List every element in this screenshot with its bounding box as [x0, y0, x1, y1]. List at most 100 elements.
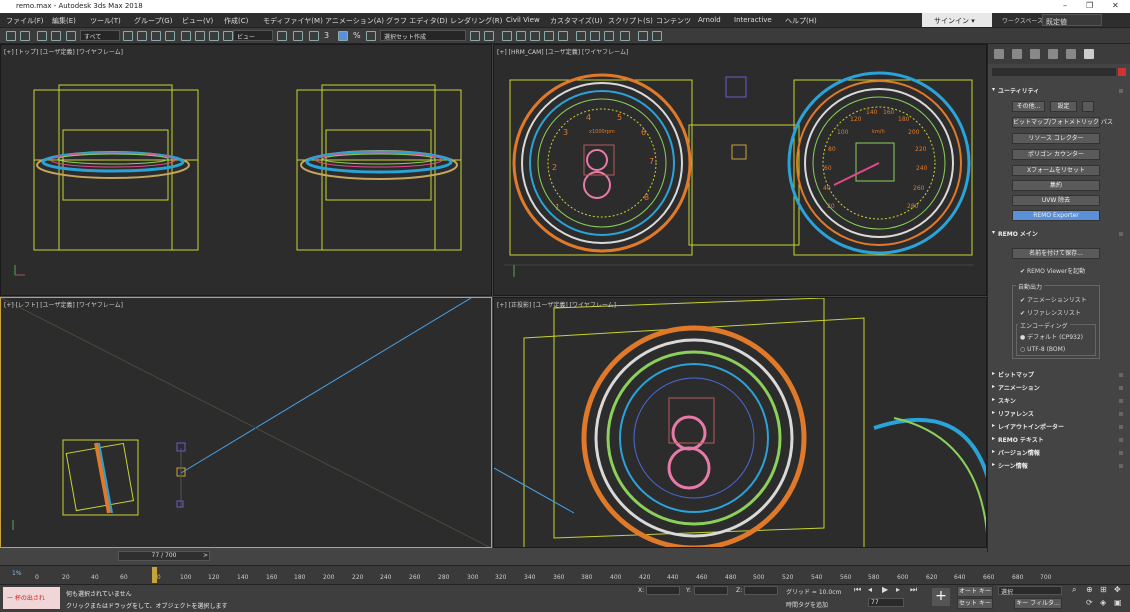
workspace-select[interactable]: 既定値 [1042, 14, 1102, 26]
spinner-snap-icon[interactable] [366, 31, 376, 41]
start-viewer-checkbox[interactable]: ✔ REMO Viewerを起動 [1020, 266, 1085, 275]
percent-snap-label[interactable]: % [353, 31, 361, 40]
menu-view[interactable]: ビュー(V) [182, 16, 213, 26]
mirror-icon[interactable] [470, 31, 480, 41]
angle-snap-icon[interactable] [338, 31, 348, 41]
encoding-default-radio[interactable]: ● デフォルト (CP932) [1020, 332, 1083, 341]
close-icon[interactable]: ✕ [1112, 1, 1119, 10]
viewport-top[interactable]: [+] [トップ] [ユーザ定義] [ワイヤフレーム] [0, 44, 492, 296]
time-slider[interactable]: 77 / 700 [118, 551, 210, 561]
uvw-remove-button[interactable]: UVW 除去 [1012, 195, 1100, 206]
modify-tab-icon[interactable] [1012, 49, 1022, 59]
unlink-icon[interactable] [51, 31, 61, 41]
select-object-icon[interactable] [123, 31, 133, 41]
viewport-label-left[interactable]: [+] [レフト] [ユーザ定義] [ワイヤフレーム] [4, 300, 123, 309]
align-icon[interactable] [484, 31, 494, 41]
snap-toggle-label[interactable]: 3 [324, 31, 329, 40]
panel-name-field[interactable] [992, 68, 1116, 76]
maxscript-listener[interactable]: 一 杯の出され [3, 587, 60, 609]
curve-editor-icon[interactable] [544, 31, 554, 41]
minimize-icon[interactable]: – [1063, 1, 1067, 10]
menu-tools[interactable]: ツール(T) [90, 16, 121, 26]
zoom-icon[interactable]: ⌕ [1072, 585, 1081, 594]
named-selection-set[interactable]: 選択セット作成 [380, 30, 466, 41]
bind-spacewarp-icon[interactable] [66, 31, 76, 41]
display-tab-icon[interactable] [1066, 49, 1076, 59]
more-button[interactable]: その他... [1012, 101, 1045, 112]
menu-interactive[interactable]: Interactive [734, 16, 772, 24]
render-cloud-icon[interactable] [638, 31, 648, 41]
restore-icon[interactable]: ❐ [1086, 1, 1093, 10]
previous-frame-icon[interactable]: ◂ [868, 585, 877, 594]
collapse-button[interactable]: 集約 [1012, 180, 1100, 191]
motion-tab-icon[interactable] [1048, 49, 1058, 59]
panel-color-swatch[interactable] [1118, 68, 1126, 76]
link-icon[interactable] [37, 31, 47, 41]
configure-sets-icon[interactable] [1082, 101, 1094, 112]
ribbon-icon[interactable] [530, 31, 540, 41]
rollout-bitmap[interactable]: ▸ ビットマップ [992, 370, 1123, 381]
menu-content[interactable]: コンテンツ [656, 16, 691, 26]
menu-help[interactable]: ヘルプ(H) [785, 16, 817, 26]
scale-icon[interactable] [209, 31, 219, 41]
rollout-version-info[interactable]: ▸ バージョン情報 [992, 448, 1123, 459]
set-key-button[interactable]: セット キー [957, 598, 993, 609]
rollout-animation[interactable]: ▸ アニメーション [992, 383, 1123, 394]
utilities-tab-icon[interactable] [1084, 49, 1094, 59]
select-by-name-icon[interactable] [137, 31, 147, 41]
viewport-camera[interactable]: [+] [HRM_CAM] [ユーザ定義] [ワイヤフレーム] x1000rpm… [493, 44, 987, 296]
remo-exporter-button[interactable]: REMO Exporter [1012, 210, 1100, 221]
key-filters-button[interactable]: キー フィルタ... [1014, 598, 1062, 609]
pan-icon[interactable]: ✥ [1114, 585, 1123, 594]
rollout-layout-importer[interactable]: ▸ レイアウトインポーター [992, 422, 1123, 433]
menu-create[interactable]: 作成(C) [224, 16, 248, 26]
menu-file[interactable]: ファイル(F) [6, 16, 44, 26]
zoom-all-icon[interactable]: ⊕ [1086, 585, 1095, 594]
time-next-icon[interactable]: > [203, 552, 208, 559]
viewport-orthographic[interactable]: [+] [正投影] [ユーザ定義] [ワイヤフレーム] [493, 297, 987, 548]
polygon-counter-button[interactable]: ポリゴン カウンター [1012, 149, 1100, 160]
render-icon[interactable] [620, 31, 630, 41]
save-as-button[interactable]: 名前を付けて保存... [1012, 248, 1100, 259]
reset-xform-button[interactable]: Xフォームをリセット [1012, 165, 1100, 176]
keyboard-shortcut-icon[interactable] [309, 31, 319, 41]
auto-key-button[interactable]: オート キー [957, 586, 993, 597]
add-time-tag-label[interactable]: 時間タグを追加 [786, 600, 828, 609]
track-bar[interactable]: 1% 0 20 40 60 80 100 120 140 160 180 200… [0, 565, 1130, 584]
current-frame-field[interactable]: 77 [868, 598, 904, 607]
place-icon[interactable] [223, 31, 233, 41]
menu-scripting[interactable]: スクリプト(S) [608, 16, 653, 26]
maximize-viewport-icon[interactable]: ▣ [1114, 598, 1123, 607]
rollout-reference[interactable]: ▸ リファレンス [992, 409, 1123, 420]
menu-group[interactable]: グループ(G) [134, 16, 172, 26]
redo-icon[interactable] [20, 31, 30, 41]
render-setup-icon[interactable] [590, 31, 600, 41]
rollout-skin[interactable]: ▸ スキン [992, 396, 1123, 407]
y-coord-field[interactable] [694, 586, 728, 595]
move-icon[interactable] [181, 31, 191, 41]
go-to-end-icon[interactable]: ⏭ [910, 585, 919, 594]
scene-explorer-icon[interactable] [516, 31, 526, 41]
time-cursor[interactable] [152, 567, 157, 583]
region-select-icon[interactable] [151, 31, 161, 41]
pivot-icon[interactable] [277, 31, 287, 41]
menu-customize[interactable]: カスタマイズ(U) [550, 16, 602, 26]
menu-rendering[interactable]: レンダリング(R) [450, 16, 502, 26]
rendered-frame-icon[interactable] [604, 31, 614, 41]
rollout-remo-text[interactable]: ▸ REMO テキスト [992, 435, 1123, 446]
menu-modifiers[interactable]: モディファイヤ(M) [263, 16, 323, 26]
create-tab-icon[interactable] [994, 49, 1004, 59]
z-coord-field[interactable] [744, 586, 778, 595]
menu-graph-editors[interactable]: グラフ エディタ(D) [386, 16, 448, 26]
anim-list-checkbox[interactable]: ✔ アニメーションリスト [1020, 295, 1087, 304]
layer-explorer-icon[interactable] [502, 31, 512, 41]
viewport-label-orthographic[interactable]: [+] [正投影] [ユーザ定義] [ワイヤフレーム] [497, 300, 616, 309]
next-frame-icon[interactable]: ▸ [896, 585, 905, 594]
add-key-icon[interactable]: + [932, 588, 950, 606]
selection-filter[interactable]: すべて [80, 30, 120, 41]
encoding-utf8-radio[interactable]: ○ UTF-8 (BOM) [1020, 346, 1065, 353]
undo-icon[interactable] [6, 31, 16, 41]
menu-animation[interactable]: アニメーション(A) [325, 16, 384, 26]
window-crossing-icon[interactable] [165, 31, 175, 41]
menu-arnold[interactable]: Arnold [698, 16, 721, 24]
